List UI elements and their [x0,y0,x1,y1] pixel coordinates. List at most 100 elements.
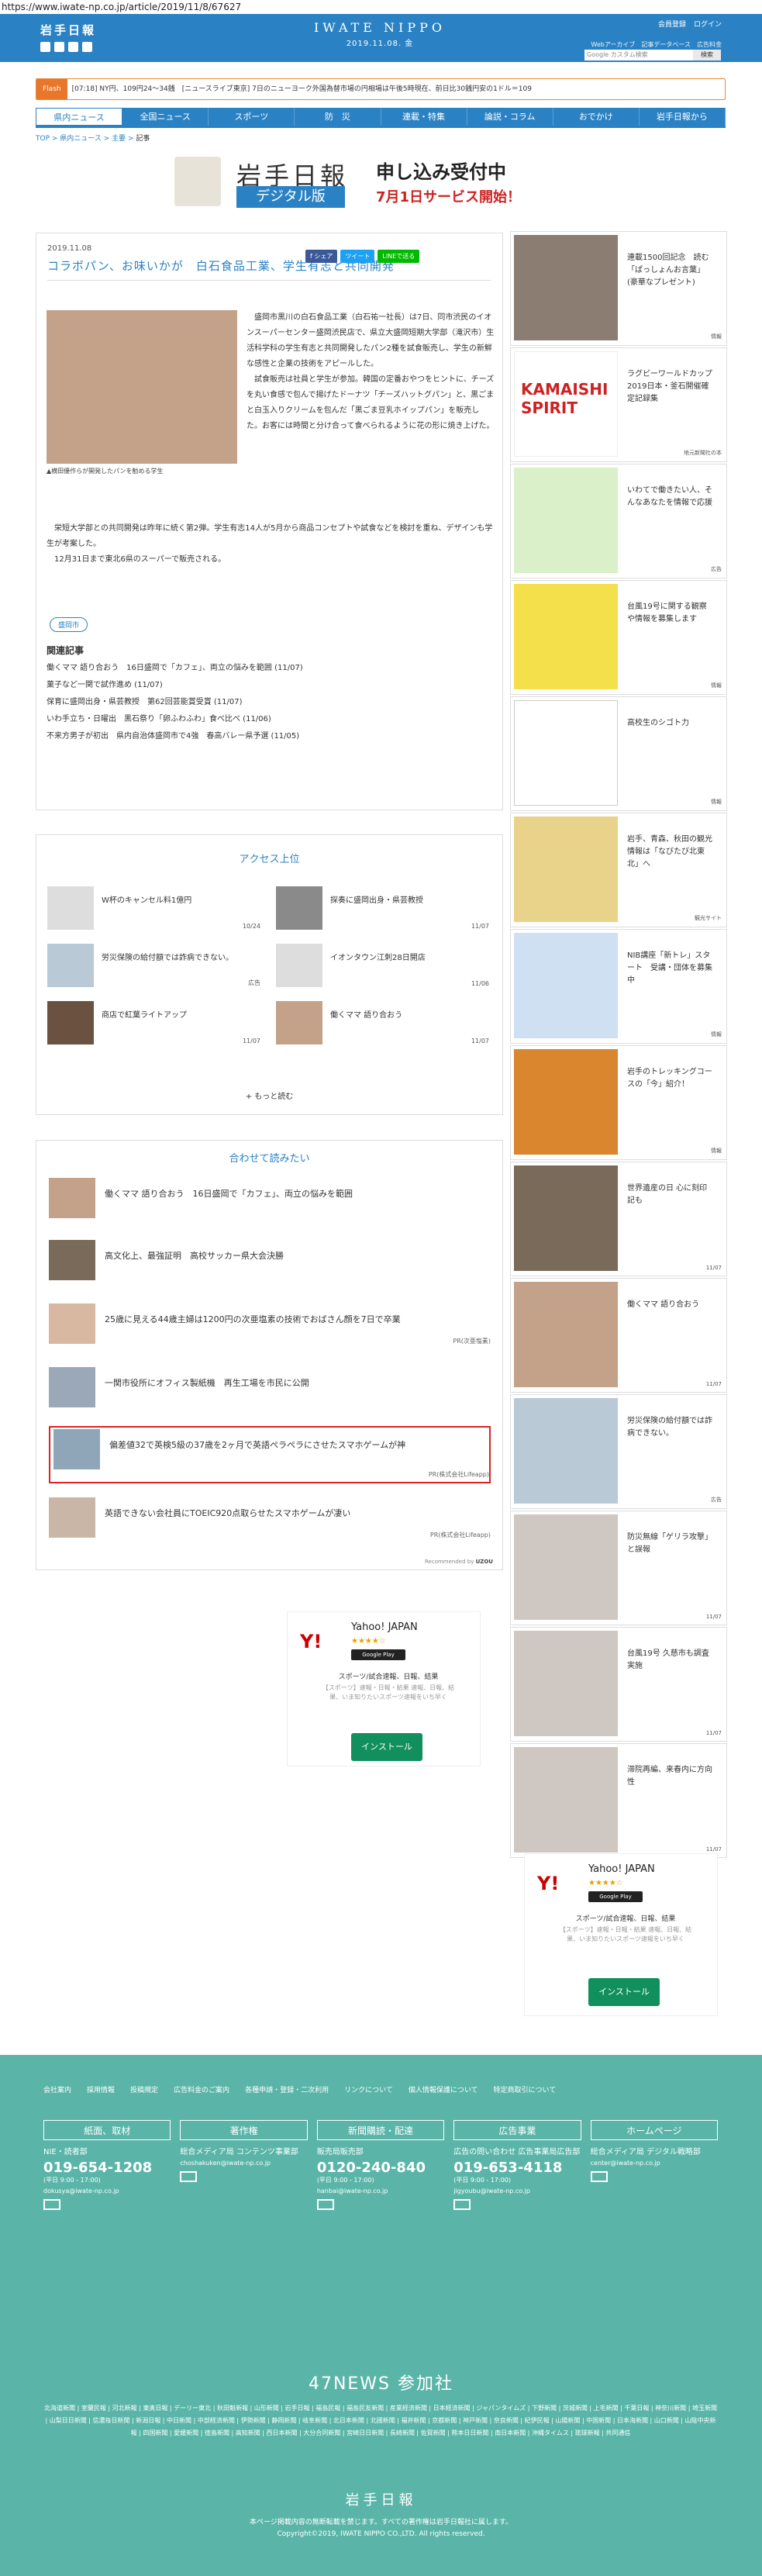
footer-link[interactable]: 広告料金のご案内 [174,2084,229,2094]
side-card[interactable]: 労災保険の給付額では詐病できない。 広告 [510,1394,727,1509]
nav-outing[interactable]: おでかけ [553,108,640,126]
side-title[interactable]: 労災保険の給付額では詐病できない。 [627,1415,712,1440]
related-link[interactable]: いわ手立ち・日曜出 黒石祭り「卵ふわふわ」食べ比べ (11/06) [47,711,496,728]
related-link[interactable]: 保育に盛岡出身・県芸教授 第62回芸能賞受賞 (11/07) [47,694,496,711]
side-title[interactable]: 働くママ 語り合おう [627,1299,712,1311]
google-play-badge[interactable]: Google Play [351,1649,405,1660]
google-play-badge[interactable]: Google Play [588,1891,643,1902]
recommend-item-title[interactable]: 偏差値32で英検5級の37歳を2ヶ月で英語ペラペラにさせたスマホゲームが神 [109,1429,405,1480]
facebook-icon[interactable] [54,42,64,52]
access-item-title[interactable]: 商店で紅葉ライトアップ [102,1001,187,1045]
recommend-item[interactable]: 英語できない会社員にTOEIC920点取らせたスマホゲームが凄い PR(株式会社L… [49,1497,491,1542]
recommend-item[interactable]: 一関市役所にオフィス製紙機 再生工場を市民に公開 [49,1367,491,1412]
nav-national-news[interactable]: 全国ニュース [122,108,209,126]
side-card[interactable]: いわてで働きたい人、そんなあなたを情報で応援 広告 [510,464,727,578]
email[interactable]: hanbai@iwate-np.co.jp [317,2188,444,2194]
mail-icon[interactable] [453,2199,471,2210]
access-item[interactable]: イオンタウン江刺28日開店 11/06 [276,944,489,987]
side-title[interactable]: 世界遺産の日 心に刻印記も [627,1183,712,1207]
footer-link[interactable]: リンクについて [344,2084,393,2094]
archive-link[interactable]: Webアーカイブ [591,40,635,49]
database-link[interactable]: 記事データベース [641,40,691,49]
access-item[interactable]: 労災保険の給付額では詐病できない。 広告 [47,944,260,987]
side-title[interactable]: 防災無線「ゲリラ攻撃」と誤報 [627,1531,712,1556]
access-item-title[interactable]: 働くママ 語り合おう [330,1001,402,1045]
side-card[interactable]: 連載1500回記念 読む「ぱっしょんお言葉」(豪華なプレゼント) 情報 [510,231,727,346]
access-item-title[interactable]: 探奏に盛岡出身・県芸教授 [330,886,423,930]
crumb-top[interactable]: TOP [36,135,50,143]
related-link[interactable]: 働くママ 語り合おう 16日盛岡で「カフェ」、両立の悩みを範囲 (11/07) [47,660,496,677]
more-button[interactable]: + もっと読む [36,1089,502,1101]
mail-icon[interactable] [590,2171,608,2182]
line-share-button[interactable]: LINEで送る [378,250,420,263]
access-item[interactable]: 働くママ 語り合おう 11/07 [276,1001,489,1045]
side-card[interactable]: 働くママ 語り合おう 11/07 [510,1278,727,1393]
side-card[interactable]: 岩手のトレッキングコースの「今」紹介！ 情報 [510,1045,727,1160]
access-item-title[interactable]: W杯のキャンセル料1億円 [102,886,191,930]
tweet-button[interactable]: ツイート [340,250,375,263]
side-card[interactable]: 岩手、青森、秋田の観光情報は「なびたび北東北」へ 観光サイト [510,813,727,927]
recommend-item-title[interactable]: 高文化上、最強証明 高校サッカー県大会決勝 [105,1240,284,1285]
crumb-main[interactable]: 主要 [112,135,126,143]
nav-sports[interactable]: スポーツ [209,108,295,126]
mail-icon[interactable] [43,2199,60,2210]
side-card[interactable]: 世界遺産の日 心に刻印記も 11/07 [510,1162,727,1276]
footer-link[interactable]: 採用情報 [87,2084,115,2094]
footer-link[interactable]: 投稿規定 [130,2084,158,2094]
side-title[interactable]: 台風19号に関する観察や情報を募集します [627,601,712,626]
member-list[interactable]: 北海道新聞 | 室蘭民報 | 河北新報 | 東奥日報 | デーリー東北 | 秋田… [43,2402,718,2440]
recommend-item-title[interactable]: 働くママ 語り合おう 16日盛岡で「カフェ」、両立の悩みを範囲 [105,1178,353,1223]
login-link[interactable]: ログイン [694,19,722,29]
app-ad[interactable]: Y! Yahoo! JAPAN ★★★★☆ Google Play スポーツ/試… [287,1611,481,1766]
flash-text[interactable]: [07:18] NY円、109円24～34銭 [ニュースライブ東京] 7日のニュ… [72,79,532,99]
side-title[interactable]: 連載1500回記念 読む「ぱっしょんお言葉」(豪華なプレゼント) [627,252,712,289]
browser-url[interactable]: https://www.iwate-np.co.jp/article/2019/… [0,0,762,14]
install-button[interactable]: インストール [588,1978,660,2006]
nav-features[interactable]: 連載・特集 [381,108,467,126]
side-title[interactable]: 岩手のトレッキングコースの「今」紹介！ [627,1066,712,1091]
phone-number[interactable]: 019-653-4118 [453,2160,581,2176]
nav-editorial[interactable]: 論説・コラム [467,108,553,126]
recommend-item[interactable]: 働くママ 語り合おう 16日盛岡で「カフェ」、両立の悩みを範囲 [49,1178,491,1223]
header-title[interactable]: IWATE NIPPO [306,20,453,35]
side-card[interactable]: 台風19号に関する観察や情報を募集します 情報 [510,580,727,695]
email[interactable]: jigyoubu@iwate-np.co.jp [453,2188,581,2194]
nav-local-news[interactable]: 県内ニュース [36,108,123,126]
article-photo[interactable] [47,310,237,464]
footer-link[interactable]: 特定商取引について [494,2084,557,2094]
related-link[interactable]: 菓子など一関で試作進め (11/07) [47,677,496,694]
instagram-icon[interactable] [82,42,92,52]
recommend-item[interactable]: 高文化上、最強証明 高校サッカー県大会決勝 [49,1240,491,1285]
side-title[interactable]: いわてで働きたい人、そんなあなたを情報で応援 [627,485,712,509]
phone-number[interactable]: 0120-240-840 [317,2160,444,2176]
mail-icon[interactable] [180,2171,198,2182]
location-tag[interactable]: 盛岡市 [50,617,88,632]
crumb-local[interactable]: 県内ニュース [60,135,102,143]
side-card[interactable]: 防災無線「ゲリラ攻撃」と誤報 11/07 [510,1511,727,1625]
related-link[interactable]: 不来方男子が初出 県内自治体盛岡市で4強 春高バレー県予選 (11/05) [47,728,496,745]
side-title[interactable]: 岩手、青森、秋田の観光情報は「なびたび北東北」へ [627,834,712,871]
footer-link[interactable]: 個人情報保護について [409,2084,478,2094]
youtube-icon[interactable] [68,42,78,52]
recommend-item-title[interactable]: 25歳に見える44歳主婦は1200円の次亜塩素の技術でおばさん顔を7日で卒業 [105,1304,401,1348]
search-button[interactable]: 検索 [693,50,721,60]
site-logo[interactable]: 岩手日報 [40,22,96,38]
access-item[interactable]: 探奏に盛岡出身・県芸教授 11/07 [276,886,489,930]
side-card[interactable]: 滞院再編、来春内に方向性 11/07 [510,1743,727,1858]
digital-banner[interactable]: 岩手日報 デジタル版 申し込み受付中 7月1日サービス開始！ [159,152,616,211]
footer-link[interactable]: 各種申請・登録・二次利用 [245,2084,329,2094]
side-app-ad[interactable]: Y! Yahoo! JAPAN ★★★★☆ Google Play スポーツ/試… [524,1853,718,2016]
register-link[interactable]: 会員登録 [658,19,686,29]
access-item[interactable]: 商店で紅葉ライトアップ 11/07 [47,1001,260,1045]
recommend-item-title[interactable]: 英語できない会社員にTOEIC920点取らせたスマホゲームが凄い [105,1497,350,1542]
email[interactable]: center@iwate-np.co.jp [591,2160,718,2167]
install-button[interactable]: インストール [351,1733,422,1761]
side-title[interactable]: NIB講座「新トレ」スタート 受講・団体を募集中 [627,950,712,987]
access-item-title[interactable]: 労災保険の給付額では詐病できない。 [102,944,233,987]
mail-icon[interactable] [316,2199,334,2210]
side-title[interactable]: 滞院再編、来春内に方向性 [627,1764,712,1789]
email[interactable]: choshakuken@iwate-np.co.jp [180,2160,307,2167]
footer-link[interactable]: 会社案内 [43,2084,71,2094]
nav-disaster[interactable]: 防 災 [295,108,381,126]
access-item[interactable]: W杯のキャンセル料1億円 10/24 [47,886,260,930]
